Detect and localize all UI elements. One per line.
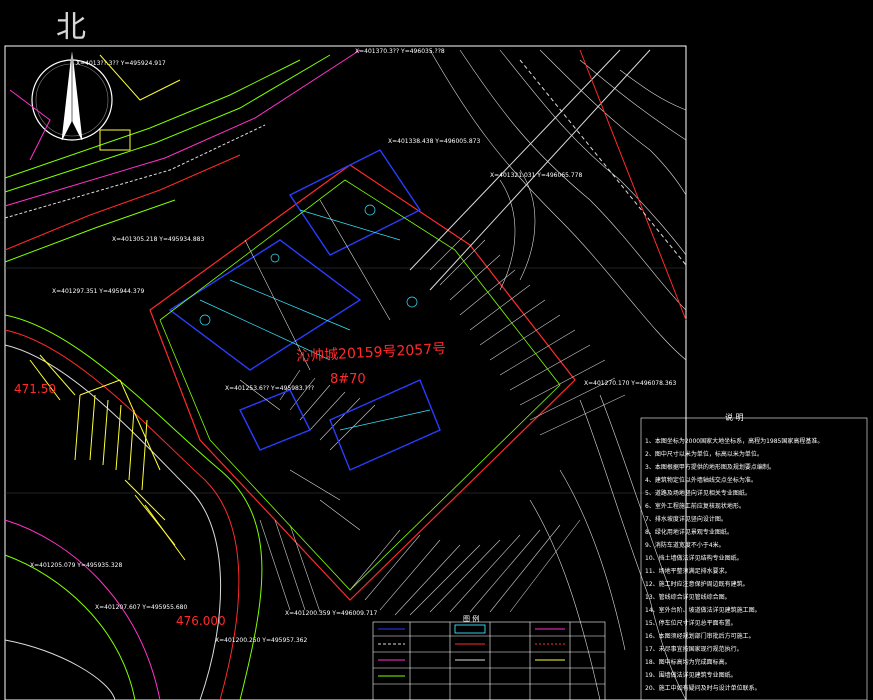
notes-title: 说 明 [725, 413, 744, 422]
coordinate-label: X=401305.218 Y=495934.883 [112, 236, 205, 243]
note-item: 11、场地平整须满足排水要求。 [645, 568, 731, 575]
note-item: 2、图中尺寸以米为单位，标高以米为单位。 [645, 451, 763, 458]
building-details [199, 204, 431, 431]
dimension-lines [239, 199, 391, 531]
note-item: 12、施工时应注意保护周边既有建筑。 [645, 581, 749, 588]
slope-hatch [259, 229, 626, 616]
coordinate-label: X=401370.3?? Y=496035.??8 [355, 48, 445, 55]
plan-subtitle: 8#70 [330, 372, 366, 387]
note-item: 5、道路及场地竖向详见相关专业图纸。 [645, 490, 751, 497]
note-item: 6、室外工程施工前应复核现状地形。 [645, 503, 745, 510]
note-item: 16、本图须经规划部门审批后方可施工。 [645, 633, 755, 640]
note-item: 18、图中标高均为完成面标高。 [645, 659, 731, 666]
legend-symbols [378, 624, 565, 677]
legend-table [372, 621, 606, 700]
notes-panel: 说 明 1、本图坐标为2000国家大地坐标系，高程为1985国家高程基准。 2、图… [641, 400, 867, 700]
coordinate-label: X=401297.351 Y=495944.379 [52, 288, 145, 295]
coordinate-label: X=401321.031 Y=496065.778 [490, 172, 583, 179]
note-item: 9、消防车道宽度不小于4米。 [645, 542, 725, 549]
note-item: 8、绿化用地详见景观专业图纸。 [645, 529, 733, 536]
north-label: 北 [56, 10, 88, 45]
note-item: 4、建筑物定位以外墙轴线交点坐标为准。 [645, 477, 757, 484]
coordinate-label: X=401270.170 Y=496078.363 [584, 380, 677, 387]
coordinate-label: X=401200.250 Y=495957.362 [215, 637, 308, 644]
coordinate-label: X=401200.359 Y=496009.717 [285, 610, 378, 617]
road-top-left [4, 49, 361, 263]
level-marker-bottom: 476.000 [176, 614, 226, 628]
note-item: 13、管线综合详见管线综合图。 [645, 594, 731, 601]
coordinate-label: X=4013??.3?? Y=495924.917 [76, 60, 166, 67]
note-item: 3、本图根据甲方提供的地形图及规划要点编制。 [645, 464, 775, 471]
note-item: 7、排水坡度详见竖向设计图。 [645, 516, 727, 523]
note-item: 15、停车位尺寸详见总平面布置。 [645, 620, 737, 627]
note-item: 14、室外台阶、坡道做法详见建筑施工图。 [645, 607, 761, 614]
note-item: 1、本图坐标为2000国家大地坐标系，高程为1985国家高程基准。 [645, 438, 824, 445]
note-item: 10、挡土墙做法详见结构专业图纸。 [645, 555, 743, 562]
coordinate-label: X=401207.607 Y=495955.680 [95, 604, 188, 611]
legend-title: 图 例 [463, 615, 480, 623]
road-top-right [409, 49, 687, 321]
coordinate-label: X=401205.079 Y=495935.328 [30, 562, 123, 569]
coordinate-label: X=401338.438 Y=496005.873 [388, 138, 481, 145]
note-item: 19、围墙做法详见建筑专业图纸。 [645, 672, 737, 679]
coordinate-label: X=401253.6?? Y=495983.??? [225, 385, 315, 392]
note-item: 20、施工中如有疑问及时与设计单位联系。 [645, 685, 761, 692]
note-item: 17、未尽事宜按国家现行规范执行。 [645, 646, 743, 653]
level-marker-left: 471.50 [14, 382, 56, 396]
